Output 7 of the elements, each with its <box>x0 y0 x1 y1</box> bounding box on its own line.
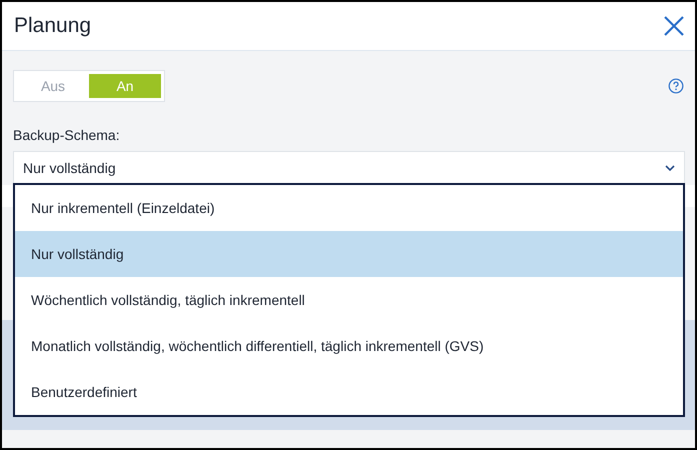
backup-scheme-dropdown[interactable]: Nur vollständig <box>13 151 685 185</box>
chevron-down-icon <box>665 165 675 171</box>
field-label: Backup-Schema: <box>13 126 121 145</box>
dropdown-option[interactable]: Nur vollständig <box>15 231 683 277</box>
help-icon[interactable] <box>668 78 684 94</box>
close-icon[interactable] <box>663 15 685 37</box>
window-title: Planung <box>14 13 92 40</box>
